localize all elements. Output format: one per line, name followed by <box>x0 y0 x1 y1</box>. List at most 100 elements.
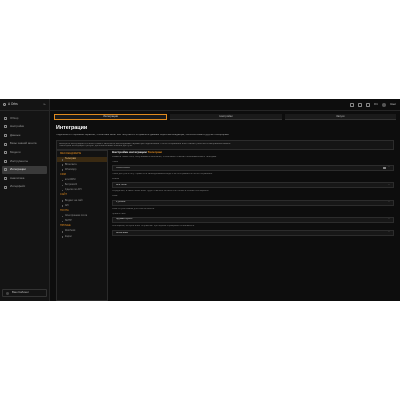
sidebar-item-models[interactable]: Модели <box>0 148 49 157</box>
window-icon <box>4 185 7 189</box>
database-icon <box>4 133 7 137</box>
step-integrations[interactable]: Интеграции <box>54 114 168 120</box>
notifications-select[interactable]: Включены ⌄ <box>112 229 394 236</box>
logo-icon <box>3 103 6 106</box>
step-launch[interactable]: Запуск <box>284 114 396 120</box>
collapse-sidebar-icon[interactable]: ⇤ <box>43 102 46 106</box>
integrations-panel: Мессенджеры Телеграм ВКонтакте WhatsApp … <box>56 150 394 301</box>
bullet-icon <box>62 164 64 166</box>
integration-label: ВКонтакте <box>64 162 77 166</box>
integration-list: Мессенджеры Телеграм ВКонтакте WhatsApp … <box>56 150 108 301</box>
sidebar-item-integrations[interactable]: Интеграции <box>2 165 47 175</box>
bullet-icon <box>62 159 64 161</box>
brand: A Оrbs ⇤ <box>0 99 49 111</box>
chevron-down-icon[interactable]: ⌄ <box>388 165 390 169</box>
page-description: Подключите сторонние сервисы, чтобы ваш … <box>56 134 230 137</box>
integration-label: Webhook <box>64 229 76 233</box>
sidebar-item-label: Обзор <box>10 115 19 120</box>
sidebar-item-data[interactable]: Данные <box>0 131 49 140</box>
chevron-down-icon: ⌄ <box>387 217 390 221</box>
bullet-icon <box>62 179 64 182</box>
field-hint: Токен доступа к боту. Хранится в зашифро… <box>112 172 213 175</box>
brand-name: A Оrbs <box>8 101 18 106</box>
chevron-down-icon: ⌄ <box>387 230 390 234</box>
wizard-steps: Интеграции Настройки Запуск <box>50 111 400 123</box>
integration-label: Битрикс24 <box>64 183 78 187</box>
setting-section: Приветствие Здравствуйте! ⌄ Сообщение, ко… <box>112 213 394 228</box>
book-icon <box>4 142 7 146</box>
integration-label: Электронная почта <box>64 213 88 217</box>
bullet-icon <box>62 220 64 223</box>
field-hint: Язык по умолчанию для ответов агента. <box>112 207 155 210</box>
integration-item[interactable]: Zapier <box>57 234 107 239</box>
sidebar-item-label: Модели <box>10 150 21 154</box>
sidebar-item-settings[interactable]: Настройки <box>0 123 49 132</box>
cube-icon <box>4 151 7 155</box>
integration-label: WhatsApp <box>64 167 77 171</box>
mode-select[interactable]: Все чаты ⌄ <box>112 182 394 189</box>
avatar <box>6 291 9 295</box>
gear-icon <box>4 125 7 129</box>
integration-label: Сделки по API <box>64 188 82 192</box>
bullet-icon <box>62 236 64 238</box>
sidebar-item-label: Интерфейс <box>10 184 26 189</box>
field-hint: Определяет, в каких чатах агент будет от… <box>112 190 210 193</box>
language-select[interactable]: Русский ⌄ <box>112 199 394 206</box>
field-value: Все чаты <box>116 183 127 186</box>
greeting-field[interactable]: Здравствуйте! ⌄ <box>112 216 394 223</box>
chevron-down-icon: ⌄ <box>387 200 390 204</box>
user-name[interactable]: User <box>390 102 396 106</box>
integration-label: Виджет на сайт <box>64 198 83 202</box>
integration-label: amoCRM <box>64 177 76 181</box>
info-box: Выберите интеграцию в списке слева и зап… <box>56 140 394 151</box>
sidebar-item-knowledge[interactable]: Базы знаний агента <box>0 140 49 149</box>
sidebar: A Оrbs ⇤ Обзор Настройки Данные Базы зна… <box>0 99 50 301</box>
setting-section: Включены ⌄ <box>112 229 394 236</box>
user-avatar[interactable] <box>382 102 387 107</box>
chart-icon <box>4 176 7 180</box>
setting-section: Режим Все чаты ⌄ Определяет, в каких чата… <box>112 178 394 193</box>
integration-label: Телеграм <box>64 157 76 161</box>
bullet-icon <box>62 189 64 192</box>
bullet-icon <box>62 231 64 233</box>
detail-subtitle: Укажите токен бота, полученный в BotFath… <box>112 155 217 158</box>
sidebar-item-label: Инструменты <box>10 158 29 163</box>
token-field[interactable]: •••••••••••••••• ⌄ <box>112 164 394 171</box>
field-label: Режим <box>112 178 120 181</box>
step-settings[interactable]: Настройки <box>170 114 282 120</box>
field-hint: Сообщение, которое агент отправляет при … <box>112 224 195 227</box>
field-value: Здравствуйте! <box>116 218 133 221</box>
integration-label: API <box>64 203 69 207</box>
wrench-icon <box>4 159 7 163</box>
grid-icon[interactable] <box>350 102 355 107</box>
sidebar-item-overview[interactable]: Обзор <box>0 114 49 123</box>
app-window: A Оrbs ⇤ Обзор Настройки Данные Базы зна… <box>0 99 400 301</box>
bell-icon[interactable] <box>366 102 371 107</box>
sidebar-item-label: Базы знаний агента <box>10 141 37 146</box>
bullet-icon <box>62 205 64 207</box>
integration-label: SMTP <box>64 219 72 223</box>
account-label: Ваш Кабинет <box>12 290 30 295</box>
plug-icon <box>4 168 7 172</box>
sidebar-item-tools[interactable]: Инструменты <box>0 157 49 166</box>
sidebar-item-analytics[interactable]: Аналитика <box>0 174 49 183</box>
detail-title-accent: Телеграм <box>147 150 162 154</box>
detail-title-prefix: Настройки интеграции <box>112 150 147 154</box>
field-value: Включены <box>116 231 128 234</box>
bullet-icon <box>62 200 64 202</box>
account-button[interactable]: Ваш Кабинет <box>2 289 47 297</box>
sidebar-item-interface[interactable]: Интерфейс <box>0 183 49 192</box>
setting-section: Язык Русский ⌄ Язык по умолчанию для отве… <box>112 195 394 210</box>
history-icon[interactable] <box>358 102 363 107</box>
integration-label: Zapier <box>64 234 72 238</box>
field-label: Токен <box>112 160 119 163</box>
home-icon <box>4 116 7 120</box>
bullet-icon <box>62 169 64 171</box>
eye-icon[interactable] <box>383 166 386 170</box>
field-value: Русский <box>116 201 126 204</box>
detail-title: Настройки интеграции Телеграм <box>112 150 394 155</box>
page-title: Интеграции <box>56 125 88 131</box>
language-switch[interactable]: RU <box>374 102 378 106</box>
field-label: Приветствие <box>112 212 126 215</box>
sidebar-item-label: Интеграции <box>10 167 26 172</box>
